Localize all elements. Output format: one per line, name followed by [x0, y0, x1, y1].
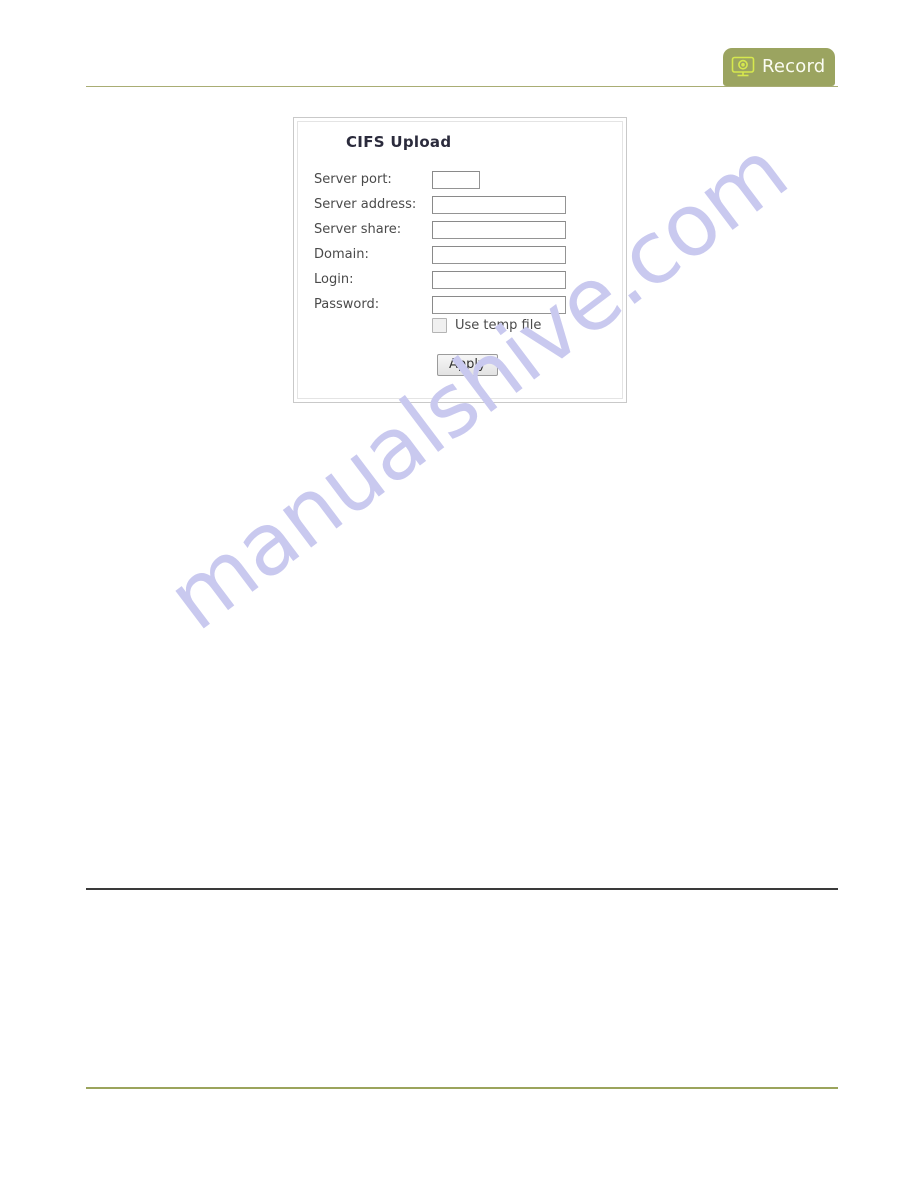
document-page: Record CIFS Upload Server port: Server a…	[0, 0, 918, 1188]
form-row-server-share: Server share:	[314, 217, 604, 242]
use-temp-file-label: Use temp file	[455, 318, 542, 333]
form-row-domain: Domain:	[314, 242, 604, 267]
server-share-input[interactable]	[432, 220, 566, 239]
use-temp-file-row[interactable]: Use temp file	[432, 318, 541, 333]
login-input[interactable]	[432, 270, 566, 289]
footer-rule-upper	[86, 888, 838, 890]
record-badge[interactable]: Record	[723, 48, 835, 86]
domain-input[interactable]	[432, 245, 566, 264]
header-rule	[86, 86, 838, 87]
panel-title: CIFS Upload	[346, 133, 452, 151]
form-row-password: Password:	[314, 292, 604, 317]
label-server-share: Server share:	[314, 222, 402, 237]
server-port-input[interactable]	[432, 170, 480, 189]
form-row-login: Login:	[314, 267, 604, 292]
server-address-input[interactable]	[432, 195, 566, 214]
label-server-address: Server address:	[314, 197, 417, 212]
footer-rule-lower	[86, 1087, 838, 1089]
form-row-server-address: Server address:	[314, 192, 604, 217]
label-server-port: Server port:	[314, 172, 392, 187]
use-temp-file-checkbox[interactable]	[432, 318, 447, 333]
label-domain: Domain:	[314, 247, 369, 262]
label-password: Password:	[314, 297, 380, 312]
record-badge-label: Record	[762, 56, 826, 77]
apply-button[interactable]: Apply	[437, 354, 498, 376]
password-input[interactable]	[432, 295, 566, 314]
form-row-server-port: Server port:	[314, 167, 604, 192]
label-login: Login:	[314, 272, 354, 287]
cifs-upload-panel: CIFS Upload Server port: Server address:…	[293, 117, 627, 403]
monitor-record-icon	[731, 56, 755, 77]
apply-button-wrap: Apply	[437, 353, 498, 376]
cifs-upload-form: Server port: Server address: Server shar…	[314, 167, 604, 317]
